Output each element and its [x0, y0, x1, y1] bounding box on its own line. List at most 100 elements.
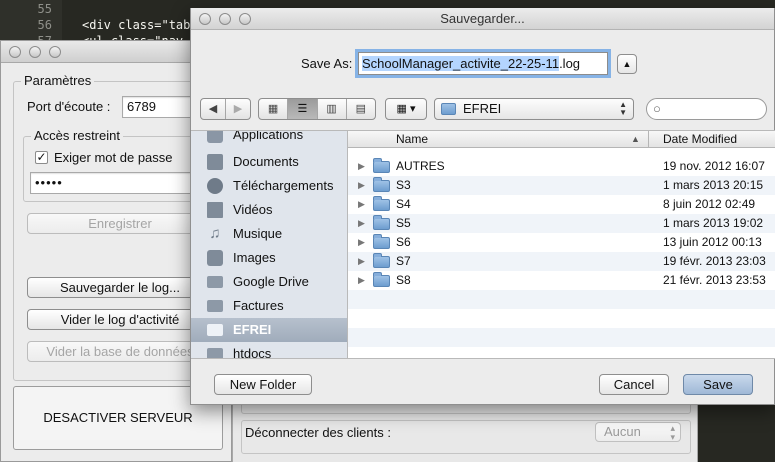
folder-icon	[373, 253, 390, 268]
file-list: Name ▲ Date Modified ▶ AUTRES 19 nov. 20…	[348, 130, 775, 358]
zoom-window-icon[interactable]	[49, 46, 61, 58]
file-row-empty	[348, 290, 775, 309]
dialog-title: Sauvegarder...	[440, 11, 525, 26]
disclosure-triangle-icon[interactable]: ▶	[358, 214, 365, 233]
file-row-empty	[348, 309, 775, 328]
filename-extension: .log	[559, 56, 581, 71]
file-row[interactable]: ▶ S7 19 févr. 2013 23:03	[348, 252, 775, 271]
sidebar-item-music[interactable]: ♫ Musique	[191, 222, 347, 246]
new-folder-button[interactable]: New Folder	[214, 374, 312, 395]
search-field[interactable]: ○	[646, 98, 767, 120]
sidebar-item-label: Musique	[233, 226, 283, 241]
file-row[interactable]: ▶ S5 1 mars 2013 19:02	[348, 214, 775, 233]
sidebar-item-google-drive[interactable]: Google Drive	[191, 270, 347, 294]
file-row[interactable]: ▶ AUTRES 19 nov. 2012 16:07	[348, 157, 775, 176]
filename-selected-text: SchoolManager_activite_22-25-11	[362, 56, 560, 71]
icon-view-icon[interactable]: ▦	[259, 99, 289, 119]
file-name: S4	[396, 197, 411, 211]
disconnect-label: Déconnecter des clients :	[245, 425, 391, 440]
coverflow-view-icon[interactable]: ▤	[347, 99, 375, 119]
dialog-titlebar[interactable]: Sauvegarder...	[191, 8, 774, 30]
register-button[interactable]: Enregistrer	[27, 213, 213, 234]
sidebar-item-efrei[interactable]: EFREI	[191, 318, 347, 342]
folder-icon	[207, 324, 223, 336]
collapse-dialog-button[interactable]: ▲	[617, 54, 637, 74]
back-forward-control: ◀ ▶	[200, 98, 251, 120]
close-window-icon[interactable]	[9, 46, 21, 58]
disconnect-select[interactable]: Aucun ▴ ▾	[595, 422, 681, 442]
sidebar-item-label: Factures	[233, 298, 284, 313]
sidebar-item-movies[interactable]: Vidéos	[191, 198, 347, 222]
disclosure-triangle-icon[interactable]: ▶	[358, 271, 365, 290]
folder-icon	[207, 276, 223, 288]
disclosure-triangle-icon[interactable]: ▶	[358, 195, 365, 214]
file-row[interactable]: ▶ S8 21 févr. 2013 23:53	[348, 271, 775, 290]
code-line: 55	[0, 1, 82, 17]
popup-arrows-icon: ▲ ▼	[619, 100, 627, 117]
file-row-empty	[348, 328, 775, 347]
select-arrows-icon: ▴ ▾	[670, 423, 675, 442]
search-icon: ○	[653, 101, 661, 116]
forward-icon[interactable]: ▶	[226, 99, 250, 119]
folder-icon	[373, 272, 390, 287]
sidebar-item-label: Vidéos	[233, 202, 273, 217]
save-button[interactable]: Save	[683, 374, 753, 395]
code-line: 56 <div class="tab	[0, 17, 191, 33]
disclosure-triangle-icon[interactable]: ▶	[358, 252, 365, 271]
sidebar-item-documents[interactable]: Documents	[191, 150, 347, 174]
line-number: 55	[37, 2, 52, 16]
disclosure-triangle-icon[interactable]: ▶	[358, 157, 365, 176]
disclosure-triangle-icon[interactable]: ▶	[358, 233, 365, 252]
back-icon[interactable]: ◀	[201, 99, 226, 119]
sidebar-item-label: Téléchargements	[233, 178, 334, 193]
documents-icon	[207, 154, 223, 170]
clear-log-button[interactable]: Vider le log d'activité	[27, 309, 213, 330]
panel-divider	[241, 404, 691, 414]
location-popup[interactable]: EFREI ▲ ▼	[434, 98, 634, 120]
sidebar-item-htdocs[interactable]: htdocs	[191, 342, 347, 358]
file-row[interactable]: ▶ S3 1 mars 2013 20:15	[348, 176, 775, 195]
minimize-window-icon[interactable]	[29, 46, 41, 58]
sidebar-item-downloads[interactable]: Téléchargements	[191, 174, 347, 198]
file-name: S3	[396, 178, 411, 192]
line-number: 56	[37, 18, 52, 32]
save-log-button[interactable]: Sauvegarder le log...	[27, 277, 213, 298]
folder-icon	[373, 234, 390, 249]
movies-icon	[207, 202, 223, 218]
sidebar-item-label: htdocs	[233, 346, 272, 358]
sidebar-item-label: EFREI	[233, 322, 272, 337]
folder-icon	[441, 103, 456, 115]
access-legend: Accès restreint	[31, 128, 123, 143]
column-header-date[interactable]: Date Modified	[663, 131, 737, 148]
sidebar-item-applications[interactable]: Applications	[191, 131, 347, 147]
cancel-button[interactable]: Cancel	[599, 374, 669, 395]
file-row[interactable]: ▶ S4 8 juin 2012 02:49	[348, 195, 775, 214]
folder-icon	[373, 196, 390, 211]
folder-icon	[373, 158, 390, 173]
disconnect-select-value: Aucun	[604, 424, 641, 439]
file-name: S6	[396, 235, 411, 249]
code-text: <div class="tab	[82, 18, 191, 32]
file-date: 1 mars 2013 19:02	[663, 216, 764, 230]
file-list-header: Name ▲ Date Modified	[348, 131, 775, 148]
chevron-up-icon: ▲	[622, 59, 632, 69]
disclosure-triangle-icon[interactable]: ▶	[358, 176, 365, 195]
file-date: 19 févr. 2013 23:03	[663, 254, 766, 268]
require-password-checkbox[interactable]: ✓	[35, 151, 48, 164]
folder-icon	[373, 177, 390, 192]
file-name: S7	[396, 254, 411, 268]
location-label: EFREI	[463, 101, 502, 116]
applications-icon	[207, 131, 223, 143]
sidebar-item-label: Google Drive	[233, 274, 309, 289]
file-row[interactable]: ▶ S6 13 juin 2012 00:13	[348, 233, 775, 252]
clear-database-button[interactable]: Vider la base de données	[27, 341, 213, 362]
list-view-icon[interactable]: ☰	[288, 99, 318, 119]
parameters-legend: Paramètres	[21, 73, 95, 88]
arrange-menu[interactable]: ▦ ▾	[385, 98, 427, 120]
sidebar-item-pictures[interactable]: Images	[191, 246, 347, 270]
filename-input[interactable]: SchoolManager_activite_22-25-11.log	[358, 52, 608, 75]
column-header-name[interactable]: Name	[396, 131, 428, 148]
column-view-icon[interactable]: ▥	[318, 99, 347, 119]
sidebar-item-factures[interactable]: Factures	[191, 294, 347, 318]
file-name: S5	[396, 216, 411, 230]
